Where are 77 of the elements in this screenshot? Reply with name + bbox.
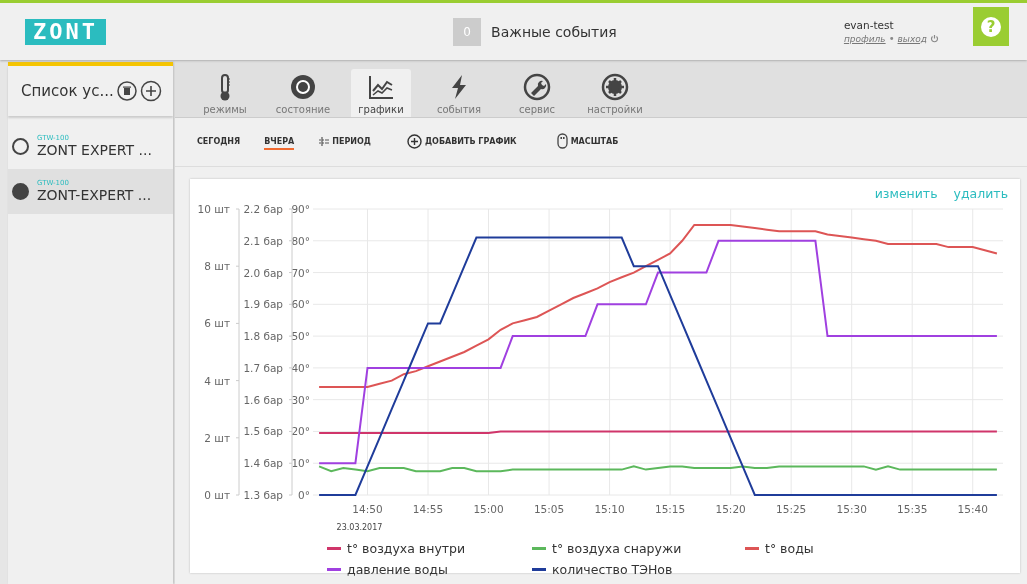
wrench-icon [523,73,551,101]
logout-link[interactable]: выход [897,33,927,44]
y-axis-label: 1.9 бар [243,298,283,311]
y-axis-label: 4 шт [204,374,230,387]
device-list-title: Список ус... [21,82,114,100]
y-axis-label: 10 шт [197,203,230,215]
filled-circle-icon [12,182,29,200]
x-axis-label: 15:35 [897,503,928,515]
tab[interactable]: режимы [195,69,255,117]
tab[interactable]: события [429,69,489,117]
y-axis-label: 1.3 бар [243,489,283,501]
action-link[interactable]: изменить [874,187,938,201]
power-icon [930,34,939,43]
toolbar-button[interactable]: СЕГОДНЯ [197,134,241,150]
y-axis-label: 1.5 бар [243,425,283,438]
y-axis-label: 0 шт [204,489,230,501]
y-axis-label: 80° [291,234,310,247]
legend-label: давление воды [347,562,448,577]
y-axis-label: 6 шт [204,317,230,330]
x-axis-label: 15:25 [776,503,807,515]
y-axis-label: 30° [291,393,310,406]
x-axis-label: 15:05 [533,503,565,515]
y-axis-label: 2.0 бар [243,266,283,279]
tab[interactable]: графики [351,69,411,117]
x-axis-label: 14:55 [412,503,444,515]
y-axis-label: 1.6 бар [243,393,283,406]
user-name: evan-test [843,19,895,31]
grid-icon [318,136,330,146]
x-axis-label: 15:40 [957,503,988,515]
toolbar-button[interactable]: МАСШТАБ [556,131,619,153]
plus-icon [139,80,162,102]
circle-icon [12,137,29,155]
action-link[interactable]: удалить [953,187,1008,201]
tab[interactable]: состояние [273,69,333,117]
tab[interactable]: сервис [507,69,567,117]
separator-dot: • [888,33,895,44]
device-name: ZONT EXPERT ... [37,142,152,158]
legend-label: t° воздуха внутри [347,541,466,556]
x-axis-label: 15:20 [715,503,746,515]
line-chart-icon [367,73,395,101]
y-axis-label: 2.1 бар [243,234,283,247]
toolbar-button[interactable]: ПЕРИОД [318,134,371,150]
toolbar-button[interactable]: ДОБАВИТЬ ГРАФИК [406,131,517,153]
y-axis-label: 2 шт [204,431,230,444]
mouse-icon [556,133,568,149]
y-axis-label: 90° [291,203,310,215]
plus-icon [406,133,422,149]
y-axis-label: 50° [291,330,310,343]
x-axis-label: 15:15 [654,503,686,515]
trash-icon [116,81,137,101]
profile-link[interactable]: профиль [843,33,886,44]
y-axis-label: 40° [291,361,310,374]
y-axis-label: 8 шт [204,260,230,273]
ring-icon [289,73,317,101]
y-axis-label: 2.2 бар [243,203,283,215]
gear-icon [601,73,629,101]
tab[interactable]: настройки [585,69,645,117]
y-axis-label: 1.8 бар [243,330,283,343]
x-axis-label: 15:10 [594,503,625,515]
date-label: 23.03.2017 [336,523,383,532]
y-axis-label: 1.7 бар [243,361,283,374]
events-label[interactable]: Важные события [491,23,617,40]
x-axis-label: 14:50 [352,503,383,515]
y-axis-label: 10° [291,457,310,470]
device-name: ZONT-EXPERT ... [37,187,152,203]
y-axis-label: 70° [291,266,310,279]
x-axis-label: 15:30 [836,503,867,515]
y-axis-label: 20° [291,425,310,438]
legend-label: t° воздуха снаружи [552,541,682,556]
y-axis-label: 60° [291,298,310,311]
legend-label: t° воды [765,541,814,556]
toolbar-button[interactable]: ВЧЕРА [264,134,295,150]
x-axis-label: 15:00 [473,503,504,515]
logo[interactable]: ZONT [25,18,106,45]
y-axis-label: 1.4 бар [243,457,283,470]
legend-label: количество ТЭНов [552,562,673,577]
y-axis-label: 0° [298,489,310,501]
